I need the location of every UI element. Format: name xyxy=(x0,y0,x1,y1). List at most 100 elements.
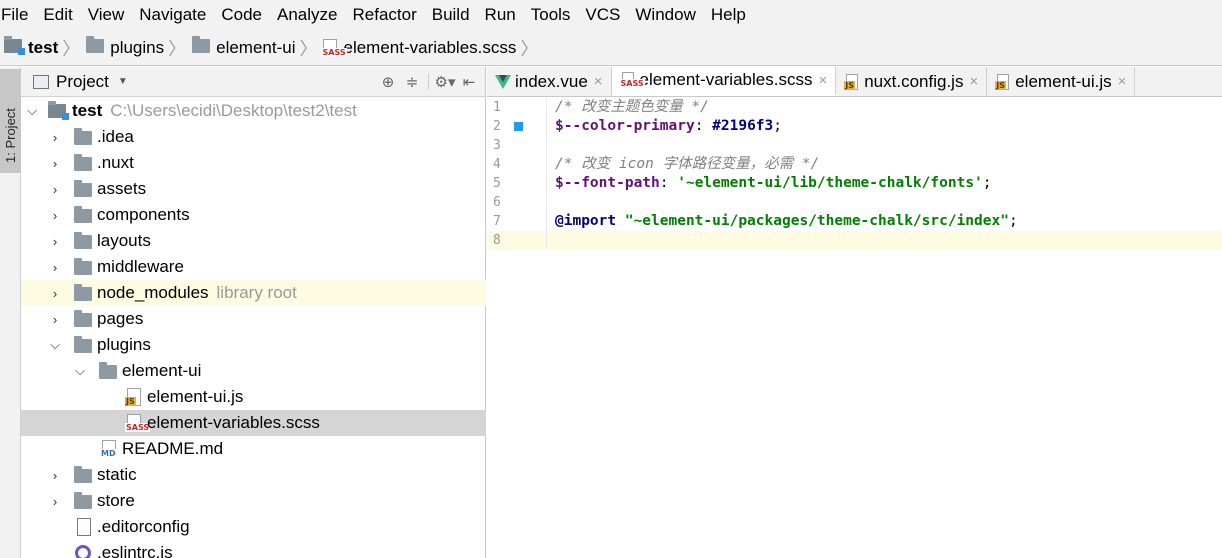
code-editor[interactable]: 1 /* 改变主题色变量 */ 2 $--color-primary: #219… xyxy=(487,98,1222,250)
chevron-right-icon[interactable]: › xyxy=(49,156,61,171)
tree-item-element-ui-js[interactable]: JS element-ui.js xyxy=(21,384,486,410)
line-number: 8 xyxy=(493,233,501,248)
chevron-down-icon[interactable]: ⌵ xyxy=(26,103,38,118)
menu-vcs[interactable]: VCS xyxy=(585,0,620,30)
tree-item-label-wrap: test C:\Users\ecidi\Desktop\test2\test xyxy=(72,101,357,121)
tab-index-vue[interactable]: index.vue × xyxy=(487,67,612,96)
tree-item-label: store xyxy=(97,491,135,510)
close-icon[interactable]: × xyxy=(969,73,978,90)
tree-item-node-modules[interactable]: › node_modules library root xyxy=(21,280,486,306)
sass-file-icon: SASS xyxy=(125,414,151,432)
code-semicolon: ; xyxy=(982,175,992,191)
gear-icon[interactable]: ⚙▾ xyxy=(433,72,457,92)
breadcrumb-item-element-variables[interactable]: SASS element-variables.scss 〉 xyxy=(321,35,540,61)
menu-tools[interactable]: Tools xyxy=(531,0,571,30)
editor-area: index.vue × SASS element-variables.scss … xyxy=(487,67,1222,558)
tree-item-label-wrap: node_modules library root xyxy=(97,283,297,303)
tree-item-layouts[interactable]: › layouts xyxy=(21,228,486,254)
chevron-right-icon[interactable]: › xyxy=(49,234,61,249)
chevron-down-icon[interactable]: ⌵ xyxy=(74,363,86,378)
chevron-right-icon[interactable]: › xyxy=(49,130,61,145)
chevron-down-icon[interactable]: ⌵ xyxy=(49,337,61,352)
tree-item-readme[interactable]: MD README.md xyxy=(21,436,486,462)
locate-icon[interactable]: ⊕ xyxy=(376,72,400,92)
sass-file-icon: SASS xyxy=(619,72,645,88)
code-line-current[interactable]: 8 xyxy=(487,231,1222,250)
code-line[interactable]: 3 xyxy=(487,136,1222,155)
code-line[interactable]: 7 @import "~element-ui/packages/theme-ch… xyxy=(487,212,1222,231)
chevron-right-icon[interactable]: › xyxy=(49,182,61,197)
chevron-right-icon[interactable]: › xyxy=(49,494,61,509)
tree-item-components[interactable]: › components xyxy=(21,202,486,228)
project-view-selector[interactable]: Project ▼ xyxy=(33,72,128,92)
code-line[interactable]: 6 xyxy=(487,193,1222,212)
line-gutter: 7 xyxy=(487,212,547,231)
js-file-icon: JS xyxy=(844,73,860,90)
tab-element-ui-js[interactable]: JS element-ui.js × xyxy=(987,67,1136,96)
tree-item-middleware[interactable]: › middleware xyxy=(21,254,486,280)
tree-item-plugins[interactable]: ⌵ plugins xyxy=(21,332,486,358)
line-gutter: 5 xyxy=(487,174,547,193)
menu-analyze[interactable]: Analyze xyxy=(277,0,337,30)
tree-item-element-ui-folder[interactable]: ⌵ element-ui xyxy=(21,358,486,384)
chevron-right-icon[interactable]: › xyxy=(49,260,61,275)
tab-label: element-ui.js xyxy=(1015,71,1112,91)
breadcrumb-item-plugins[interactable]: plugins 〉 xyxy=(86,35,188,61)
tree-item-eslintrc[interactable]: .eslintrc.js xyxy=(21,540,486,558)
project-tool-tab-label: 1: Project xyxy=(3,108,18,163)
project-panel-header: Project ▼ ⊕ ≑ ⚙▾ ⇤ xyxy=(21,67,485,97)
collapse-all-icon[interactable]: ≑ xyxy=(400,72,424,92)
scss-string: "~element-ui/packages/theme-chalk/src/in… xyxy=(624,213,1009,229)
line-number: 3 xyxy=(493,138,501,153)
close-icon[interactable]: × xyxy=(1118,73,1127,90)
breadcrumb-item-element-ui[interactable]: element-ui 〉 xyxy=(192,35,319,61)
chevron-right-icon[interactable]: › xyxy=(49,468,61,483)
tree-item-pages[interactable]: › pages xyxy=(21,306,486,332)
tree-item-idea[interactable]: › .idea xyxy=(21,124,486,150)
menu-refactor[interactable]: Refactor xyxy=(352,0,416,30)
menu-code[interactable]: Code xyxy=(221,0,262,30)
tab-nuxt-config-js[interactable]: JS nuxt.config.js × xyxy=(836,67,988,96)
project-view-icon xyxy=(33,74,49,89)
js-file-icon: JS xyxy=(125,388,145,406)
tree-item-test[interactable]: ⌵ test C:\Users\ecidi\Desktop\test2\test xyxy=(21,98,486,124)
close-icon[interactable]: × xyxy=(594,73,603,90)
tree-item-label: node_modules xyxy=(97,283,209,302)
chevron-right-icon: 〉 xyxy=(299,38,318,59)
project-tool-tab[interactable]: 1: Project xyxy=(0,69,21,173)
code-colon: : xyxy=(694,118,713,134)
close-icon[interactable]: × xyxy=(818,72,827,89)
tree-item-store[interactable]: › store xyxy=(21,488,486,514)
chevron-right-icon[interactable]: › xyxy=(49,208,61,223)
menu-help[interactable]: Help xyxy=(711,0,746,30)
menu-run[interactable]: Run xyxy=(485,0,516,30)
chevron-right-icon[interactable]: › xyxy=(49,286,61,301)
code-line[interactable]: 5 $--font-path: '~element-ui/lib/theme-c… xyxy=(487,174,1222,193)
tree-item-label: .eslintrc.js xyxy=(97,543,173,558)
tree-item-static[interactable]: › static xyxy=(21,462,486,488)
tree-item-nuxt[interactable]: › .nuxt xyxy=(21,150,486,176)
breadcrumb-item-test[interactable]: test 〉 xyxy=(4,35,82,61)
vue-file-icon xyxy=(495,74,511,90)
code-line[interactable]: 1 /* 改变主题色变量 */ xyxy=(487,98,1222,117)
tab-element-variables-scss[interactable]: SASS element-variables.scss × xyxy=(611,67,837,96)
tree-item-editorconfig[interactable]: .editorconfig xyxy=(21,514,486,540)
menu-edit[interactable]: Edit xyxy=(43,0,72,30)
color-swatch-icon[interactable] xyxy=(514,122,523,131)
menu-view[interactable]: View xyxy=(88,0,125,30)
folder-icon xyxy=(86,35,105,58)
code-line[interactable]: 4 /* 改变 icon 字体路径变量，必需 */ xyxy=(487,155,1222,174)
menu-file[interactable]: File xyxy=(1,0,28,30)
tree-item-element-variables-scss[interactable]: SASS element-variables.scss xyxy=(21,410,486,436)
tree-item-assets[interactable]: › assets xyxy=(21,176,486,202)
chevron-right-icon[interactable]: › xyxy=(49,312,61,327)
menu-navigate[interactable]: Navigate xyxy=(139,0,206,30)
hide-panel-icon[interactable]: ⇤ xyxy=(457,72,481,92)
code-line[interactable]: 2 $--color-primary: #2196f3; xyxy=(487,117,1222,136)
menu-build[interactable]: Build xyxy=(432,0,470,30)
folder-icon xyxy=(74,336,92,355)
line-number: 5 xyxy=(493,176,501,191)
menu-window[interactable]: Window xyxy=(635,0,695,30)
panel-toolbar: ⊕ ≑ ⚙▾ ⇤ xyxy=(376,72,481,92)
